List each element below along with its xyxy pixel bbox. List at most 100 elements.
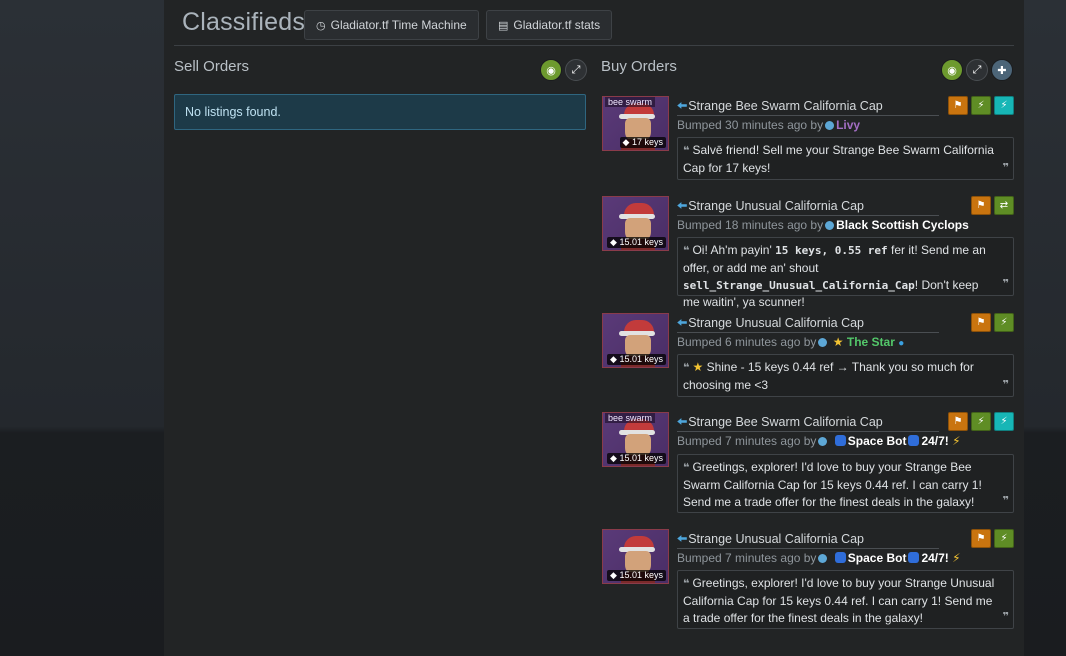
listing-item: ◆ 15.01 keys 🠨Strange Unusual California… (602, 313, 1014, 398)
instant-buy-button[interactable]: ⚡ (971, 96, 991, 115)
trade-offer-button[interactable]: ⚡ (994, 412, 1014, 431)
status-dot-icon (818, 437, 828, 446)
user-link[interactable]: Space Bot (848, 551, 907, 565)
listing-item: bee swarm ◆ 15.01 keys 🠨Strange Bee Swar… (602, 412, 1014, 513)
buy-add-button[interactable]: ✚ (991, 59, 1013, 81)
sell-expand-button[interactable]: ⤢ (565, 59, 587, 81)
bumped-info: Bumped 6 minutes ago by ★ The Star ● (677, 335, 904, 349)
quote-open-icon: ❝ (683, 145, 690, 157)
listing-quote: ❝ Greetings, explorer! I'd love to buy yo… (677, 454, 1014, 513)
listing-name[interactable]: 🠨Strange Unusual California Cap (677, 197, 939, 216)
star-icon: ★ (692, 360, 704, 374)
listing-name-text: Strange Bee Swarm California Cap (688, 415, 883, 429)
arrow-left-icon: 🠨 (677, 199, 688, 213)
quote-text: Greetings, explorer! I'd love to buy you… (683, 460, 982, 509)
effect-label: bee swarm (605, 413, 656, 423)
item-thumbnail[interactable]: bee swarm ◆ 17 keys (602, 96, 669, 151)
price-text: 17 keys (631, 137, 663, 147)
listing-item: ◆ 15.01 keys 🠨Strange Unusual California… (602, 529, 1014, 629)
trade-offer-button[interactable]: ⚡ (994, 96, 1014, 115)
flag-button[interactable]: ⚑ (971, 196, 991, 215)
lightning-icon: ⚡ (1000, 416, 1008, 427)
sell-orders-title: Sell Orders (174, 58, 250, 75)
user-link[interactable]: Space Bot (848, 434, 907, 448)
buy-expand-button[interactable]: ⤢ (966, 59, 988, 81)
quote-text: Salvē friend! Sell me your Strange Bee S… (683, 143, 994, 175)
user-suffix: 24/7! (921, 551, 949, 565)
user-link[interactable]: Livy (836, 118, 860, 132)
stats-button[interactable]: ▤ Gladiator.tf stats (486, 10, 613, 40)
price-tag: ◆ 15.01 keys (607, 453, 666, 464)
lightning-icon: ⚡ (977, 100, 985, 111)
item-thumbnail[interactable]: ◆ 15.01 keys (602, 313, 669, 368)
classifieds-panel: Classifieds ◷ Gladiator.tf Time Machine … (164, 0, 1024, 656)
quote-text: Greetings, explorer! I'd love to buy you… (683, 576, 995, 625)
listing-quote: ❝ Salvē friend! Sell me your Strange Bee … (677, 137, 1014, 180)
instant-buy-button[interactable]: ⚡ (994, 313, 1014, 332)
expand-icon: ⤢ (972, 63, 982, 76)
expand-icon: ⤢ (571, 63, 581, 76)
time-machine-button[interactable]: ◷ Gladiator.tf Time Machine (304, 10, 479, 40)
flag-button[interactable]: ⚑ (948, 412, 968, 431)
bumped-info: Bumped 18 minutes ago by Black Scottish C… (677, 218, 969, 232)
quote-text: Shine - 15 keys 0.44 ref → Thank you so … (683, 360, 974, 392)
rocket-icon (908, 435, 920, 446)
buy-eye-button[interactable]: ◉ (941, 59, 963, 81)
rocket-icon (834, 435, 846, 446)
user-link[interactable]: Black Scottish Cyclops (836, 218, 969, 232)
tag-icon: ◆ (610, 237, 617, 247)
lightning-icon: ⚡ (977, 416, 985, 427)
tag-icon: ◆ (610, 453, 617, 463)
listing-badges: ⚑ ⚡ (971, 529, 1014, 548)
bumped-text: Bumped 7 minutes ago by (677, 551, 817, 565)
user-link[interactable]: The Star (847, 335, 895, 349)
sell-eye-button[interactable]: ◉ (540, 59, 562, 81)
arrow-left-icon: 🠨 (677, 415, 688, 429)
lightning-icon: ⚡ (952, 434, 961, 448)
listing-badges: ⚑ ⚡ ⚡ (948, 412, 1014, 431)
price-tag: ◆ 15.01 keys (607, 237, 666, 248)
item-thumbnail[interactable]: ◆ 15.01 keys (602, 196, 669, 251)
water-drop-icon: ● (898, 338, 905, 349)
price-text: 15.01 keys (619, 237, 663, 247)
item-thumbnail[interactable]: bee swarm ◆ 15.01 keys (602, 412, 669, 467)
trade-button[interactable]: ⇄ (994, 196, 1014, 215)
flag-icon: ⚑ (976, 200, 986, 211)
bumped-text: Bumped 7 minutes ago by (677, 434, 817, 448)
listing-quote: ❝ Oi! Ah'm payin' 15 keys, 0.55 ref fer i… (677, 237, 1014, 309)
quote-command: sell_Strange_Unusual_California_Cap (683, 279, 915, 292)
listing-badges: ⚑ ⚡ ⚡ (948, 96, 1014, 115)
classifieds-header: Classifieds ◷ Gladiator.tf Time Machine … (174, 8, 1014, 46)
instant-buy-button[interactable]: ⚡ (994, 529, 1014, 548)
listing-name-text: Strange Bee Swarm California Cap (688, 99, 883, 113)
listing-quote: ❝ Greetings, explorer! I'd love to buy yo… (677, 570, 1014, 629)
bumped-info: Bumped 7 minutes ago by Space Bot 24/7! ⚡ (677, 551, 961, 565)
tag-icon: ◆ (610, 570, 617, 580)
arrow-left-icon: 🠨 (677, 532, 688, 546)
bumped-text: Bumped 30 minutes ago by (677, 118, 824, 132)
arrow-left-icon: 🠨 (677, 316, 688, 330)
bumped-text: Bumped 18 minutes ago by (677, 218, 824, 232)
bumped-info: Bumped 7 minutes ago by Space Bot 24/7! ⚡ (677, 434, 961, 448)
price-text: 15.01 keys (619, 570, 663, 580)
flag-button[interactable]: ⚑ (971, 313, 991, 332)
item-thumbnail[interactable]: ◆ 15.01 keys (602, 529, 669, 584)
quote-close-icon: ❞ (1002, 379, 1009, 391)
time-machine-label: Gladiator.tf Time Machine (330, 18, 467, 32)
flag-icon: ⚑ (976, 317, 986, 328)
flag-button[interactable]: ⚑ (971, 529, 991, 548)
instant-buy-button[interactable]: ⚡ (971, 412, 991, 431)
listing-name[interactable]: 🠨Strange Unusual California Cap (677, 314, 939, 333)
listing-name[interactable]: 🠨Strange Bee Swarm California Cap (677, 97, 939, 116)
quote-open-icon: ❝ (683, 462, 690, 474)
status-dot-icon (825, 221, 835, 230)
listing-badges: ⚑ ⚡ (971, 313, 1014, 332)
listing-badges: ⚑ ⇄ (971, 196, 1014, 215)
listing-name-text: Strange Unusual California Cap (688, 316, 864, 330)
listing-name[interactable]: 🠨Strange Unusual California Cap (677, 530, 939, 549)
listing-name-text: Strange Unusual California Cap (688, 532, 864, 546)
flag-button[interactable]: ⚑ (948, 96, 968, 115)
listing-item: bee swarm ◆ 17 keys 🠨Strange Bee Swarm C… (602, 96, 1014, 186)
listing-name[interactable]: 🠨Strange Bee Swarm California Cap (677, 413, 939, 432)
quote-open-icon: ❝ (683, 245, 690, 257)
